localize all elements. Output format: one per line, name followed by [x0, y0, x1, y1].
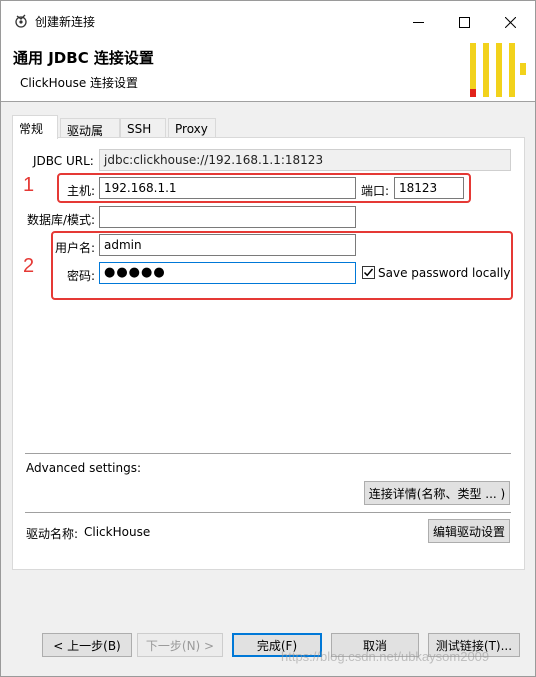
save-password-checkbox[interactable] — [362, 266, 375, 279]
page-title: 通用 JDBC 连接设置 — [13, 49, 154, 67]
driver-name-value: ClickHouse — [84, 525, 151, 539]
window-title: 创建新连接 — [35, 15, 96, 29]
tab-general[interactable]: 常规 — [12, 115, 58, 139]
back-button[interactable]: < 上一步(B) — [42, 633, 132, 657]
minimize-button[interactable] — [395, 1, 441, 43]
watermark-text: https://blog.csdn.net/ubkaysom2009 — [281, 649, 490, 664]
database-field[interactable] — [99, 206, 356, 228]
close-button[interactable] — [487, 1, 533, 43]
save-password-label[interactable]: Save password locally — [378, 266, 510, 280]
header-divider — [1, 101, 535, 102]
minimize-icon — [412, 21, 424, 23]
driver-divider — [25, 512, 511, 513]
username-label: 用户名: — [55, 241, 96, 255]
port-label: 端口: — [361, 184, 390, 198]
password-field[interactable]: ●●●●● — [99, 262, 356, 284]
next-button[interactable]: 下一步(N) > — [137, 633, 223, 657]
jdbc-url-label: JDBC URL: — [33, 154, 94, 168]
tab-driver-properties[interactable]: 驱动属性 — [60, 118, 120, 155]
maximize-button[interactable] — [441, 1, 487, 43]
host-field[interactable]: 192.168.1.1 — [99, 177, 356, 199]
driver-name-label: 驱动名称: — [26, 527, 79, 541]
annotation-number-1: 1 — [23, 174, 35, 196]
page-subtitle: ClickHouse 连接设置 — [20, 76, 139, 90]
title-bar: 创建新连接 — [1, 1, 535, 43]
advanced-settings-label: Advanced settings: — [26, 461, 141, 475]
host-label: 主机: — [67, 184, 96, 198]
wizard-header: 通用 JDBC 连接设置 ClickHouse 连接设置 — [1, 43, 535, 101]
advanced-divider — [25, 453, 511, 454]
close-icon — [504, 16, 516, 28]
checkmark-icon — [363, 268, 374, 277]
username-field[interactable]: admin — [99, 234, 356, 256]
tab-ssh[interactable]: SSH — [120, 118, 166, 138]
password-label: 密码: — [67, 269, 96, 283]
tab-proxy[interactable]: Proxy — [168, 118, 216, 138]
connection-details-button[interactable]: 连接详情(名称、类型 ... ) — [364, 481, 510, 505]
port-field[interactable]: 18123 — [394, 177, 464, 199]
app-icon — [13, 13, 29, 29]
annotation-number-2: 2 — [23, 255, 35, 277]
maximize-icon — [458, 16, 470, 28]
edit-driver-button[interactable]: 编辑驱动设置 — [428, 519, 510, 543]
dialog-window: 创建新连接 通用 JDBC 连接设置 ClickHouse 连接设置 常规 驱动… — [0, 0, 536, 677]
database-label: 数据库/模式: — [27, 213, 96, 227]
clickhouse-logo-icon — [470, 43, 526, 97]
jdbc-url-field[interactable]: jdbc:clickhouse://192.168.1.1:18123 — [99, 149, 511, 171]
